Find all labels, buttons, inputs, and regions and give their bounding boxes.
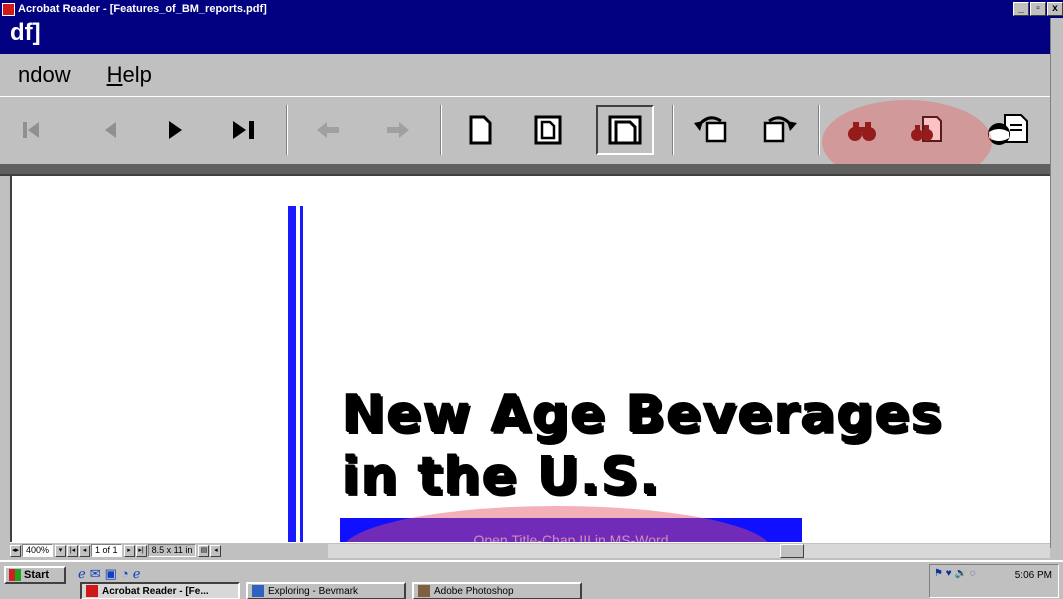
acrobat-app-icon[interactable] bbox=[2, 2, 15, 16]
tray-icons[interactable]: ⚑ ♥ 🔊 ◌ bbox=[934, 568, 976, 579]
clock[interactable]: 5:06 PM bbox=[1015, 570, 1052, 581]
outlook-icon[interactable]: ✉ bbox=[90, 566, 101, 582]
go-forward-icon bbox=[387, 122, 409, 138]
document-headline: New Age Beverages in the U.S. bbox=[342, 384, 943, 508]
rotate-left-button[interactable] bbox=[686, 105, 738, 155]
document-view[interactable]: New Age Beverages in the U.S. Open Title… bbox=[10, 176, 1050, 542]
last-page-button[interactable] bbox=[222, 105, 266, 155]
first-page-mini-icon[interactable]: |◂ bbox=[67, 544, 79, 557]
last-page-mini-icon[interactable]: ▸| bbox=[135, 544, 147, 557]
zoom-dropdown-icon[interactable]: ▾ bbox=[55, 544, 67, 557]
page-indicator[interactable]: 1 of 1 bbox=[91, 544, 122, 557]
rotate-right-icon bbox=[763, 116, 797, 143]
scroll-left-icon[interactable]: ◂ bbox=[210, 544, 222, 557]
fit-width-icon bbox=[608, 115, 642, 145]
rotate-left-icon bbox=[694, 116, 727, 143]
task-label: Acrobat Reader - [Fe... bbox=[102, 585, 209, 597]
menu-window[interactable]: ndow bbox=[0, 62, 89, 88]
headline-line-1: New Age Beverages bbox=[342, 385, 944, 445]
scrollbar-thumb[interactable] bbox=[780, 544, 804, 558]
menu-help[interactable]: Help bbox=[89, 62, 170, 88]
zoom-field[interactable]: 400% bbox=[22, 544, 54, 557]
window-right-edge bbox=[1050, 18, 1063, 548]
horizontal-scrollbar[interactable] bbox=[328, 544, 1050, 558]
start-button[interactable]: Start bbox=[4, 566, 66, 584]
restore-button[interactable]: ▫ bbox=[1030, 2, 1046, 16]
actual-size-icon bbox=[469, 115, 492, 145]
title-bar: Acrobat Reader - [Features_of_BM_reports… bbox=[0, 0, 1063, 18]
toolbar-divider bbox=[0, 164, 1050, 176]
scroll-left-arrow-icon[interactable]: ◂▸ bbox=[10, 544, 21, 557]
go-back-icon bbox=[317, 122, 339, 138]
page-rule-thick bbox=[288, 206, 296, 542]
ie-quick-icon[interactable]: ℯ bbox=[133, 566, 141, 582]
channels-icon[interactable]: ◔ bbox=[121, 566, 129, 582]
go-forward-button[interactable] bbox=[376, 105, 420, 155]
actual-size-button[interactable] bbox=[458, 105, 502, 155]
link-highlight-circle bbox=[342, 506, 772, 542]
explorer-task-icon bbox=[252, 585, 264, 597]
page-size-indicator: 8.5 x 11 in bbox=[147, 544, 197, 557]
prev-page-icon bbox=[105, 122, 116, 138]
task-label: Exploring - Bevmark bbox=[268, 585, 359, 597]
first-page-button[interactable] bbox=[12, 105, 52, 155]
minimize-button[interactable]: _ bbox=[1013, 2, 1029, 16]
acrobat-task-icon bbox=[86, 585, 98, 597]
quick-launch: ℯ ✉ ▣ ◔ ℯ bbox=[78, 566, 140, 582]
close-button[interactable]: x bbox=[1047, 2, 1063, 16]
task-acrobat[interactable]: Acrobat Reader - [Fe... bbox=[80, 582, 240, 599]
headline-line-2: in the U.S. bbox=[342, 447, 661, 507]
next-page-icon bbox=[169, 121, 182, 139]
status-bar: ◂▸ 400% ▾ |◂ ◂ 1 of 1 ▸ ▸| 8.5 x 11 in ▤… bbox=[10, 542, 1050, 558]
start-label: Start bbox=[24, 569, 50, 581]
page-layout-icon[interactable]: ▤ bbox=[198, 544, 210, 557]
system-tray: ⚑ ♥ 🔊 ◌ 5:06 PM bbox=[929, 564, 1059, 598]
task-explorer[interactable]: Exploring - Bevmark bbox=[246, 582, 406, 599]
rotate-right-button[interactable] bbox=[754, 105, 806, 155]
go-back-button[interactable] bbox=[306, 105, 350, 155]
fit-page-icon bbox=[534, 115, 562, 145]
last-page-icon bbox=[233, 121, 254, 139]
windows-logo-icon bbox=[9, 569, 21, 581]
menu-bar: ndow Help bbox=[0, 54, 1050, 96]
prev-page-button[interactable] bbox=[90, 105, 130, 155]
fit-page-button[interactable] bbox=[526, 105, 570, 155]
prev-page-mini-icon[interactable]: ◂ bbox=[79, 544, 91, 557]
task-label: Adobe Photoshop bbox=[434, 585, 514, 597]
desktop-icon[interactable]: ▣ bbox=[105, 566, 117, 582]
window-title: Acrobat Reader - [Features_of_BM_reports… bbox=[18, 3, 267, 15]
next-page-mini-icon[interactable]: ▸ bbox=[123, 544, 135, 557]
page-rule-thin bbox=[300, 206, 303, 542]
internet-explorer-icon[interactable]: ℯ bbox=[78, 566, 86, 582]
fit-width-button[interactable] bbox=[596, 105, 654, 155]
photoshop-task-icon bbox=[418, 585, 430, 597]
taskbar: Start ℯ ✉ ▣ ◔ ℯ Acrobat Reader - [Fe... … bbox=[0, 560, 1063, 599]
next-page-button[interactable] bbox=[155, 105, 195, 155]
task-photoshop[interactable]: Adobe Photoshop bbox=[412, 582, 582, 599]
first-page-icon bbox=[23, 122, 39, 138]
document-title-bar: df] bbox=[0, 18, 1050, 54]
document-title: df] bbox=[10, 19, 41, 46]
